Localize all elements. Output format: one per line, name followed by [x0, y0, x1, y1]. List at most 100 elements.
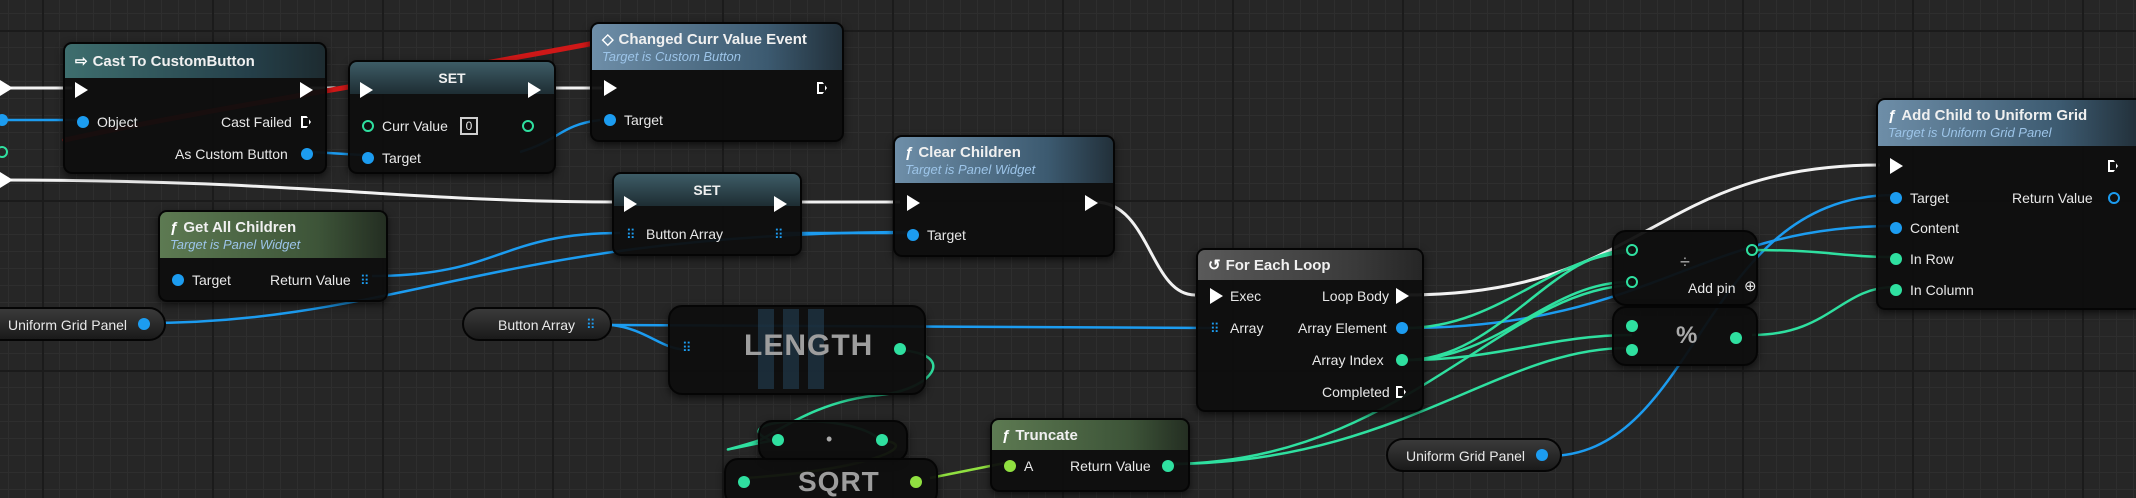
array-element-pin[interactable]	[1396, 322, 1408, 334]
divide-in-pin-b[interactable]	[1626, 276, 1638, 288]
content-label: Content	[1910, 220, 1960, 236]
event-icon: ◇	[602, 31, 614, 48]
target-pin[interactable]	[172, 274, 184, 286]
exec-in-pin[interactable]	[604, 80, 617, 96]
set-button-array-node[interactable]: SET ⠿ Button Array ⠿	[612, 172, 802, 256]
cast-to-custombutton-node[interactable]: ⇨ Cast To CustomButton Object Cast Failed…	[63, 42, 327, 174]
length-node[interactable]: LENGTH ⠿	[668, 305, 926, 395]
blueprint-graph-canvas[interactable]: ⇨ Cast To CustomButton Object Cast Failed…	[0, 0, 2136, 498]
exec-in-pin[interactable]	[360, 82, 373, 98]
curr-value-label: Curr Value	[382, 118, 448, 134]
int-out-pin[interactable]	[1162, 460, 1174, 472]
array-index-label: Array Index	[1312, 352, 1384, 368]
return-value-label: Return Value	[2012, 190, 2093, 206]
as-custom-button-pin[interactable]	[301, 148, 313, 160]
target-pin[interactable]	[1890, 192, 1902, 204]
exec-label: Exec	[1230, 288, 1262, 304]
add-pin-button[interactable]: Add pin	[1688, 280, 1735, 296]
divide-out-pin[interactable]	[1746, 244, 1758, 256]
exec-out-pin[interactable]	[2108, 160, 2118, 172]
node-subtitle: Target is Panel Widget	[170, 236, 301, 252]
clear-children-node[interactable]: ƒ Clear Children Target is Panel Widget T…	[893, 135, 1115, 257]
output-pin[interactable]	[138, 318, 150, 330]
exec-in-pin[interactable]	[907, 195, 920, 211]
modulo-in-pin-b[interactable]	[1626, 344, 1638, 356]
modulo-out-pin[interactable]	[1730, 332, 1742, 344]
target-pin[interactable]	[362, 152, 374, 164]
a-pin[interactable]	[1004, 460, 1016, 472]
int-in-pin[interactable]	[738, 476, 750, 488]
exec-pin-left-edge-2[interactable]	[0, 172, 13, 188]
object-wire	[371, 231, 621, 278]
output-pin[interactable]	[1536, 449, 1548, 461]
for-each-loop-node[interactable]: ↺ For Each Loop Exec Loop Body ⠿ Array Ar…	[1196, 248, 1424, 412]
node-subtitle: Target is Uniform Grid Panel	[1888, 124, 2052, 140]
return-array-pin-icon[interactable]: ⠿	[360, 274, 373, 287]
object-pin[interactable]	[77, 116, 89, 128]
exec-in-pin[interactable]	[624, 196, 637, 212]
variable-label: Uniform Grid Panel	[8, 317, 128, 333]
modulo-node[interactable]: %	[1612, 306, 1758, 366]
add-pin-icon[interactable]: ⊕	[1744, 279, 1757, 295]
exec-in-pin[interactable]	[75, 82, 88, 98]
node-title: SET	[693, 182, 721, 198]
target-label: Target	[927, 227, 966, 243]
float-out-pin[interactable]	[910, 476, 922, 488]
target-pin[interactable]	[907, 229, 919, 241]
exec-out-pin[interactable]	[774, 196, 787, 212]
loop-body-pin[interactable]	[1396, 288, 1409, 304]
target-pin[interactable]	[604, 114, 616, 126]
int-out-pin[interactable]	[894, 343, 906, 355]
array-element-label: Array Element	[1298, 320, 1387, 336]
node-subtitle: Target is Panel Widget	[905, 161, 1036, 177]
array-pin-icon[interactable]: ⠿	[586, 318, 599, 331]
exec-out-pin[interactable]	[300, 82, 313, 98]
cast-failed-label: Cast Failed	[221, 114, 292, 130]
node-title: SQRT	[798, 466, 880, 497]
sqrt-node[interactable]: SQRT	[724, 458, 938, 498]
modulo-in-pin-a[interactable]	[1626, 320, 1638, 332]
exec-out-pin[interactable]	[1085, 195, 1098, 211]
divide-node[interactable]: ÷ Add pin ⊕	[1612, 230, 1758, 306]
array-in-pin-icon[interactable]: ⠿	[682, 341, 695, 354]
button-array-variable[interactable]: Button Array ⠿	[462, 307, 612, 341]
exec-out-pin[interactable]	[528, 82, 541, 98]
array-pin-icon[interactable]: ⠿	[626, 228, 639, 241]
node-title: SET	[438, 70, 466, 86]
exec-in-pin[interactable]	[1210, 288, 1223, 304]
a-label: A	[1024, 458, 1034, 474]
node-subtitle: Target is Custom Button	[602, 49, 741, 64]
set-curr-value-node[interactable]: SET Curr Value 0 Target	[348, 60, 556, 174]
array-out-pin-icon[interactable]: ⠿	[774, 228, 787, 241]
curr-value-pin[interactable]	[362, 120, 374, 132]
node-title: Changed Curr Value Event	[618, 31, 807, 48]
completed-pin[interactable]	[1396, 386, 1406, 398]
exec-in-pin[interactable]	[1890, 158, 1903, 174]
curr-value-out-pin[interactable]	[522, 120, 534, 132]
in-row-pin[interactable]	[1890, 253, 1902, 265]
exec-out-pin[interactable]	[817, 82, 827, 94]
int-wire	[1751, 248, 1896, 259]
return-value-pin[interactable]	[2108, 192, 2120, 204]
array-in-pin-icon[interactable]: ⠿	[1210, 322, 1223, 335]
uniform-grid-panel-variable[interactable]: Uniform Grid Panel	[0, 307, 166, 341]
int-out-pin[interactable]	[876, 434, 888, 446]
uniform-grid-panel-variable-2[interactable]: Uniform Grid Panel	[1386, 438, 1562, 472]
array-index-pin[interactable]	[1396, 354, 1408, 366]
cast-failed-pin[interactable]	[301, 116, 311, 128]
content-pin[interactable]	[1890, 222, 1902, 234]
function-icon: ƒ	[905, 143, 914, 161]
exec-pin-left-edge[interactable]	[0, 80, 13, 96]
add-child-to-uniform-grid-node[interactable]: ƒ Add Child to Uniform Grid Target is Uni…	[1876, 98, 2136, 310]
in-column-pin[interactable]	[1890, 284, 1902, 296]
divide-in-pin-a[interactable]	[1626, 244, 1638, 256]
node-title: Add Child to Uniform Grid	[1901, 106, 2088, 124]
int-wire	[1404, 248, 1633, 362]
get-all-children-node[interactable]: ƒ Get All Children Target is Panel Widget…	[158, 210, 388, 302]
int-in-pin[interactable]	[772, 434, 784, 446]
button-array-label: Button Array	[646, 226, 724, 242]
multiply-node[interactable]: •	[758, 420, 908, 462]
truncate-node[interactable]: ƒ Truncate A Return Value	[990, 418, 1190, 492]
changed-curr-value-event-node[interactable]: ◇ Changed Curr Value Event Target is Cust…	[590, 22, 844, 142]
curr-value-input[interactable]: 0	[460, 117, 478, 135]
